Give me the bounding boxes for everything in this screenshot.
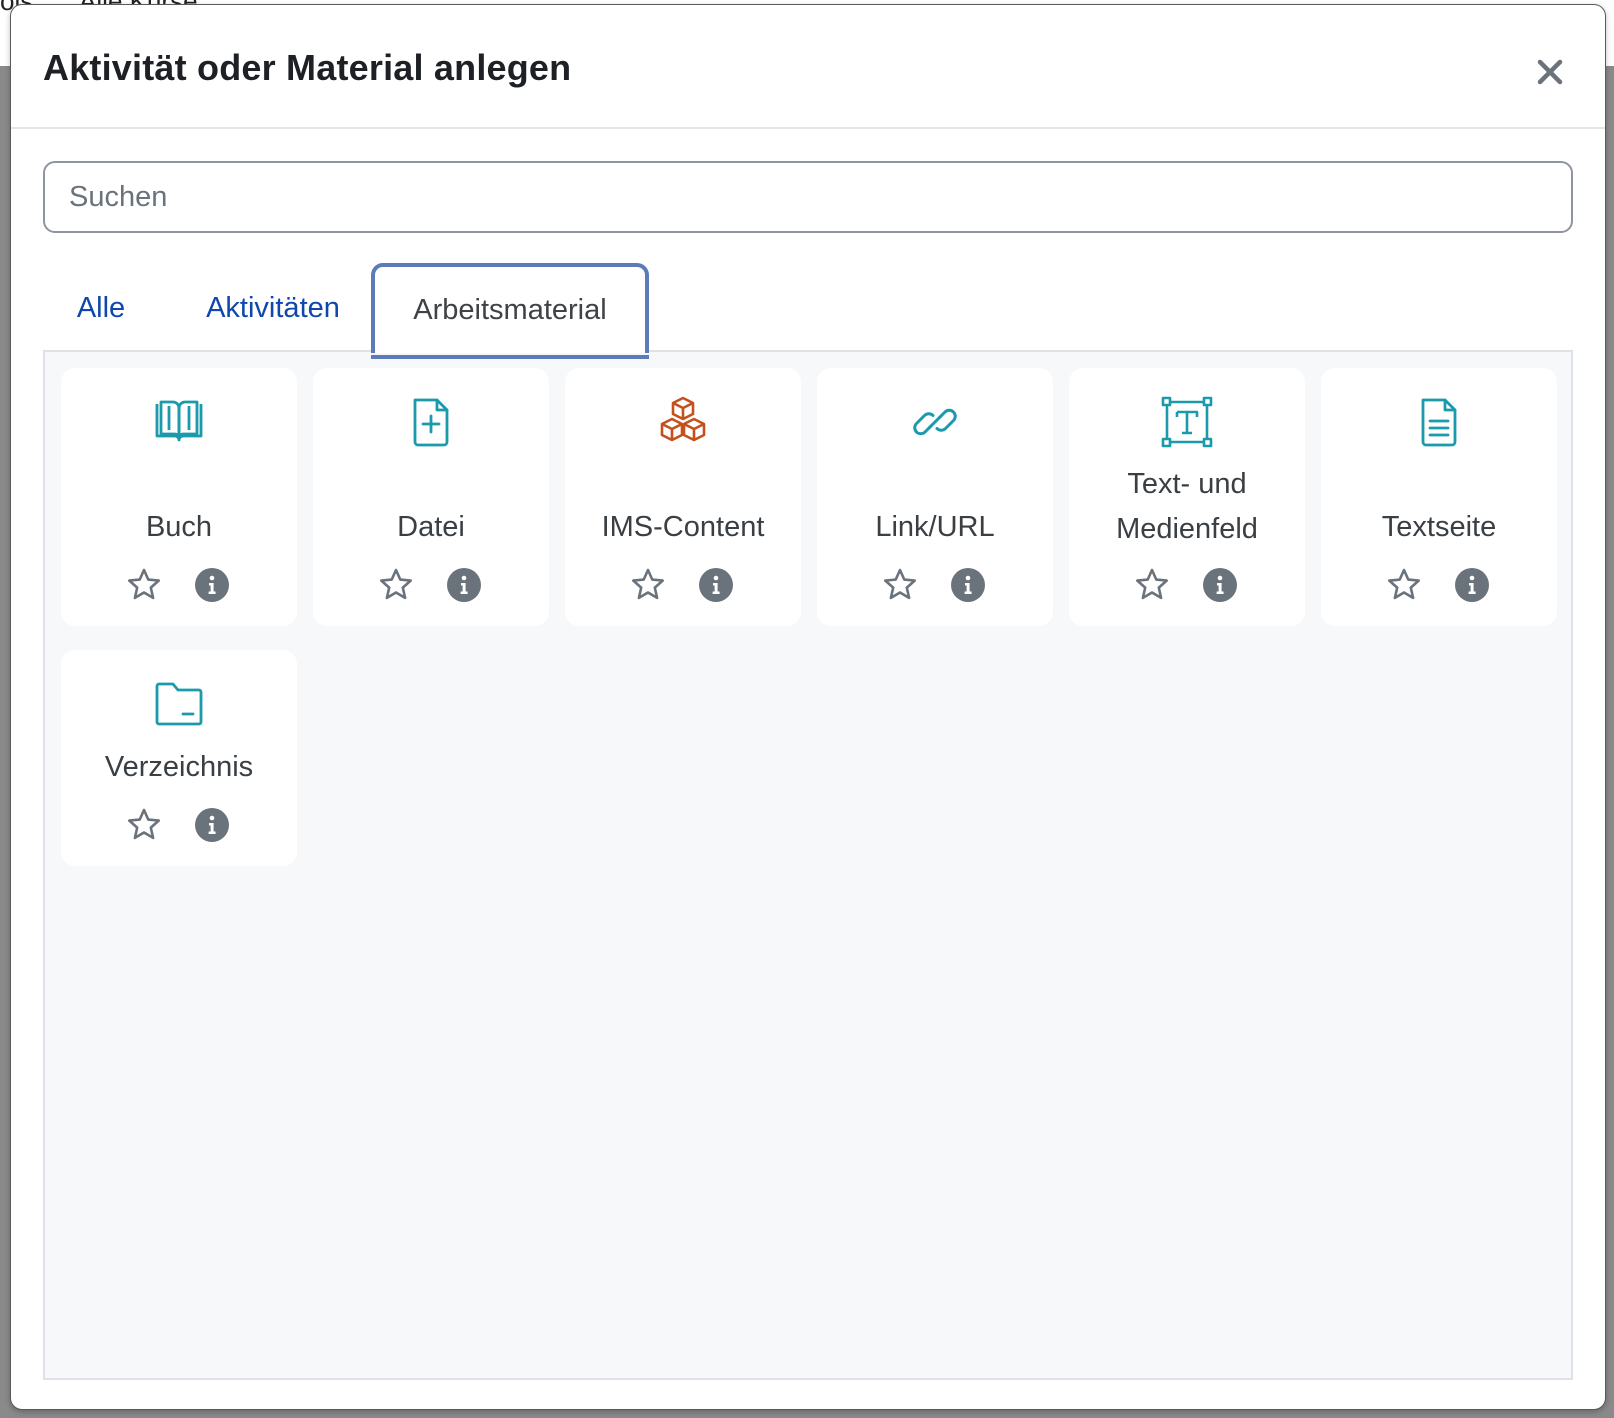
module-label-line: Medienfeld [1116, 513, 1258, 545]
card-actions [313, 566, 549, 606]
card-actions [1069, 566, 1305, 606]
star-icon [884, 568, 916, 600]
module-label: Text- und Medienfeld [1077, 462, 1297, 552]
tab-label: Alle [76, 291, 126, 324]
star-button[interactable] [125, 566, 163, 604]
info-button[interactable] [951, 568, 985, 602]
info-button[interactable] [699, 568, 733, 602]
module-label-line: Text- und [1127, 468, 1247, 500]
tab-label: Aktivitäten [206, 291, 340, 324]
tab-panel-arbeitsmaterial: Buch Datei IMS-Content Link/URL Text- un… [43, 350, 1573, 1380]
file-plus-icon [413, 398, 449, 447]
module-card-ims-content[interactable]: IMS-Content [565, 368, 801, 626]
module-label: Link/URL [875, 511, 995, 543]
book-icon [155, 400, 203, 442]
star-button[interactable] [629, 566, 667, 604]
info-button[interactable] [195, 568, 229, 602]
module-card-link-url[interactable]: Link/URL [817, 368, 1053, 626]
module-card-buch[interactable]: Buch [61, 368, 297, 626]
star-button[interactable] [125, 806, 163, 844]
card-actions [817, 566, 1053, 606]
tab-label: Arbeitsmaterial [413, 293, 607, 326]
star-icon [1388, 568, 1420, 600]
cubes-icon [660, 396, 706, 442]
card-actions [61, 566, 297, 606]
star-icon [128, 808, 160, 840]
module-card-textseite[interactable]: Textseite [1321, 368, 1557, 626]
module-label: Textseite [1381, 511, 1497, 543]
info-icon [1216, 575, 1224, 594]
card-actions [565, 566, 801, 606]
module-card-verzeichnis[interactable]: Verzeichnis [61, 650, 297, 866]
info-icon [1468, 575, 1476, 594]
activity-chooser-modal: Aktivität oder Material anlegen Alle Akt… [10, 4, 1606, 1410]
tab-arbeitsmaterial[interactable]: Arbeitsmaterial [371, 263, 649, 359]
star-button[interactable] [1133, 566, 1171, 604]
link-icon [913, 408, 957, 436]
star-button[interactable] [881, 566, 919, 604]
info-button[interactable] [1203, 568, 1237, 602]
tab-bar: Alle Aktivitäten Arbeitsmaterial [43, 263, 1573, 359]
info-button[interactable] [195, 808, 229, 842]
folder-icon [155, 682, 203, 726]
info-button[interactable] [1455, 568, 1489, 602]
module-card-datei[interactable]: Datei [313, 368, 549, 626]
module-label: Datei [397, 511, 465, 543]
modal-header: Aktivität oder Material anlegen [11, 5, 1605, 129]
tab-aktivitaeten[interactable]: Aktivitäten [189, 263, 357, 353]
module-label: Verzeichnis [104, 751, 254, 783]
star-button[interactable] [377, 566, 415, 604]
star-icon [632, 568, 664, 600]
search-input[interactable] [43, 161, 1573, 233]
close-button[interactable] [1533, 55, 1567, 89]
star-icon [380, 568, 412, 600]
search-field [43, 161, 1573, 233]
info-icon [712, 575, 720, 594]
module-card-text-und-medienfeld[interactable]: Text- und Medienfeld [1069, 368, 1305, 626]
module-label: Buch [145, 511, 213, 543]
info-icon [208, 815, 216, 834]
card-actions [1321, 566, 1557, 606]
document-icon [1421, 398, 1457, 447]
module-label: IMS-Content [601, 511, 765, 543]
modal-title: Aktivität oder Material anlegen [43, 47, 572, 88]
text-frame-icon [1161, 396, 1213, 448]
star-icon [1136, 568, 1168, 600]
info-button[interactable] [447, 568, 481, 602]
close-icon [1537, 59, 1563, 85]
info-icon [964, 575, 972, 594]
star-button[interactable] [1385, 566, 1423, 604]
card-actions [61, 806, 297, 846]
info-icon [460, 575, 468, 594]
tab-alle[interactable]: Alle [57, 263, 145, 353]
star-icon [128, 568, 160, 600]
info-icon [208, 575, 216, 594]
